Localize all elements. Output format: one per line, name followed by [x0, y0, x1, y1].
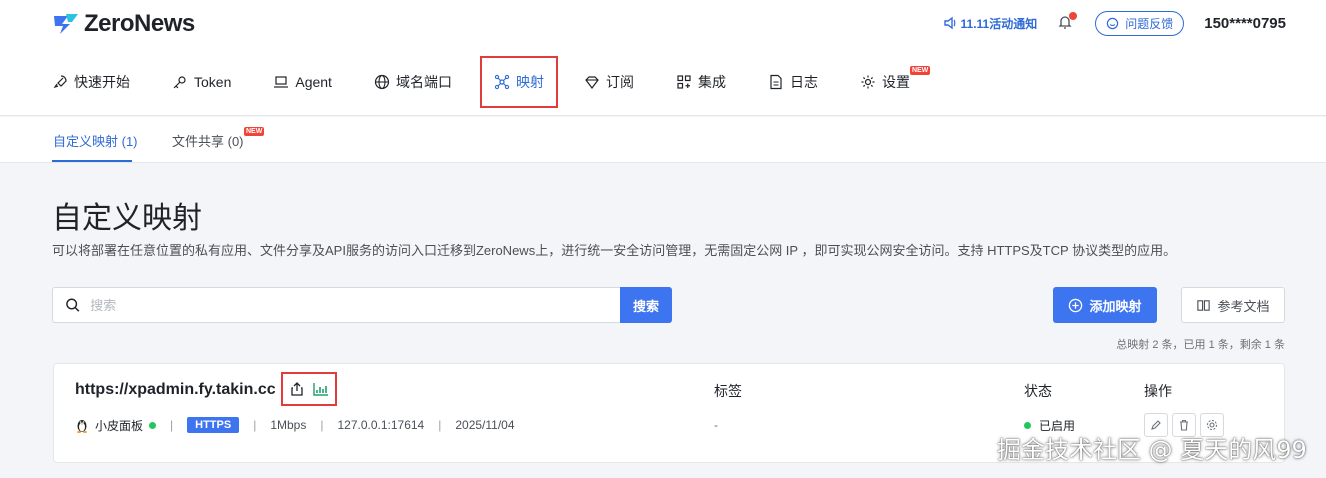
nav-label: 域名端口: [395, 74, 452, 90]
diamond-icon: [585, 76, 599, 89]
nav-label: 映射: [515, 74, 544, 90]
notification-bell[interactable]: [1057, 12, 1078, 32]
nav-label: 快速开始: [74, 74, 130, 90]
nav-item-token[interactable]: Token: [172, 58, 252, 106]
network-icon: [494, 74, 510, 90]
bandwidth: 1Mbps: [270, 418, 307, 432]
key-icon: [173, 76, 186, 89]
tags-column-header: 标签: [714, 383, 742, 399]
nav-item-subscription[interactable]: 订阅: [584, 58, 655, 106]
mapping-url[interactable]: https://xpadmin.fy.takin.cc: [75, 381, 276, 399]
status-column-header: 状态: [1024, 383, 1052, 399]
nav-item-integration[interactable]: 集成: [676, 58, 747, 106]
status-dot: [1024, 422, 1031, 429]
brand-logo[interactable]: ZeroNews: [52, 10, 195, 38]
divider: |: [253, 418, 257, 432]
brand-name: ZeroNews: [84, 10, 195, 37]
divider: |: [170, 418, 174, 432]
ops-column-header: 操作: [1144, 383, 1172, 399]
agent-info[interactable]: 小皮面板: [75, 417, 157, 434]
book-icon: [1197, 299, 1211, 311]
search-input[interactable]: [90, 297, 620, 313]
rocket-icon: [53, 75, 67, 89]
main-nav: 快速开始 Token Agent 域名端口 映射 订阅 集成 日志 设置 NEW: [52, 56, 952, 108]
agent-online-dot: [149, 421, 157, 429]
page-title: 自定义映射: [52, 202, 202, 235]
logo-mark-icon: [54, 14, 78, 34]
watermark: 掘金技术社区 @ 夏天的风99: [997, 436, 1307, 464]
active-tab-indicator: [52, 160, 132, 162]
search-field: [52, 287, 620, 323]
nav-item-quickstart[interactable]: 快速开始: [52, 58, 151, 106]
nav-label: Token: [194, 74, 232, 90]
activity-notice-label: 11.11活动通知: [960, 16, 1038, 31]
nav-label: Agent: [295, 74, 332, 90]
nav-label: 集成: [697, 74, 726, 90]
new-badge: NEW: [244, 127, 265, 136]
speaker-icon: [943, 16, 955, 30]
header-actions: 11.11活动通知 问题反馈 150****0795: [943, 10, 1286, 36]
add-mapping-label: 添加映射: [1089, 298, 1142, 314]
agent-name: 小皮面板: [95, 418, 144, 433]
protocol-badge: HTTPS: [187, 417, 240, 433]
file-icon: [770, 74, 782, 90]
mapping-quota: 总映射 2 条，已用 1 条，剩余 1 条: [1116, 339, 1285, 351]
mapping-quick-actions: [281, 372, 337, 406]
search-icon: [66, 298, 80, 312]
share-icon[interactable]: [288, 380, 306, 398]
user-phone[interactable]: 150****0795: [1204, 15, 1286, 32]
reference-docs-button[interactable]: 参考文档: [1181, 287, 1285, 323]
created-date: 2025/11/04: [455, 418, 515, 432]
nav-label: 日志: [789, 74, 818, 90]
smile-icon: [1107, 17, 1119, 29]
notification-dot: [1069, 12, 1078, 20]
divider: |: [320, 418, 324, 432]
tab-custom-mapping[interactable]: 自定义映射 (1): [53, 131, 138, 150]
nav-item-settings[interactable]: 设置 NEW: [860, 58, 931, 106]
mapping-meta: 小皮面板 | HTTPS | 1Mbps | 127.0.0.1:17614 |…: [75, 415, 515, 435]
laptop-icon: [274, 76, 289, 88]
tab-file-share-label: 文件共享 (0): [172, 134, 244, 149]
grid-icon: [677, 75, 691, 89]
tab-file-share[interactable]: 文件共享 (0) NEW: [172, 127, 265, 150]
plus-circle-icon: [1069, 298, 1083, 312]
linux-penguin-icon: [77, 420, 87, 433]
tags-value: -: [714, 418, 718, 432]
search-button[interactable]: 搜索: [620, 287, 672, 323]
nav-item-mapping[interactable]: 映射: [479, 56, 558, 108]
divider: |: [438, 418, 442, 432]
activity-notice[interactable]: 11.11活动通知: [943, 15, 1038, 32]
nav-label: 设置: [881, 74, 910, 90]
feedback-button[interactable]: 问题反馈: [1095, 10, 1185, 36]
gear-icon: [861, 75, 875, 89]
feedback-label: 问题反馈: [1125, 16, 1174, 31]
new-badge: NEW: [909, 66, 931, 75]
nav-item-logs[interactable]: 日志: [768, 58, 839, 106]
target-address: 127.0.0.1:17614: [337, 418, 425, 432]
top-header: ZeroNews 11.11活动通知 问题反馈 150****0795 快速开始…: [0, 0, 1326, 116]
nav-label: 订阅: [605, 74, 634, 90]
page-description: 可以将部署在任意位置的私有应用、文件分享及API服务的访问入口迁移到ZeroNe…: [52, 243, 1177, 258]
globe-icon: [374, 74, 390, 90]
chart-icon[interactable]: [312, 380, 330, 398]
reference-docs-label: 参考文档: [1217, 298, 1270, 314]
search-bar: 搜索: [52, 287, 672, 323]
nav-item-agent[interactable]: Agent: [273, 58, 353, 106]
nav-item-domain-port[interactable]: 域名端口: [374, 58, 473, 106]
sub-tabs: 自定义映射 (1) 文件共享 (0) NEW: [0, 117, 1326, 163]
add-mapping-button[interactable]: 添加映射: [1053, 287, 1157, 323]
